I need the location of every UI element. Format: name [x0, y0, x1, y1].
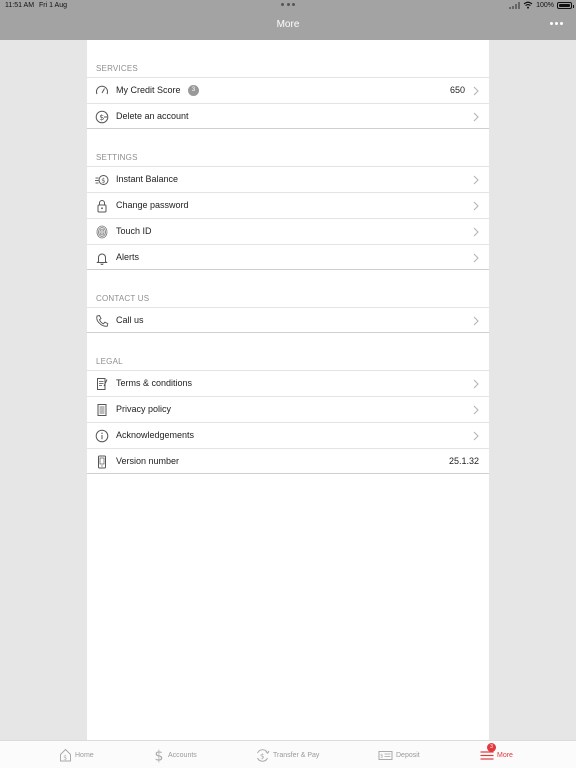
instant-balance-icon: $: [95, 175, 109, 185]
multitasking-dots-icon[interactable]: [281, 3, 295, 7]
svg-text:$: $: [260, 752, 264, 760]
section-header-contact-us: CONTACT US: [96, 294, 150, 303]
dollar-circle-minus-icon: $: [95, 110, 109, 124]
info-icon: [95, 429, 109, 443]
svg-text:$: $: [63, 755, 67, 762]
row-label: Alerts: [116, 252, 140, 262]
gauge-icon: [96, 85, 108, 95]
row-touch-id[interactable]: Touch ID: [87, 218, 489, 244]
tab-label: Home: [75, 751, 94, 759]
tab-deposit[interactable]: $ Deposit: [378, 746, 420, 764]
bell-icon: [96, 253, 108, 265]
credit-score-badge: 3: [188, 85, 199, 96]
row-my-credit-score[interactable]: My Credit Score 3 650: [87, 77, 489, 103]
chevron-right-icon: [473, 112, 479, 122]
tab-label: Transfer & Pay: [273, 751, 320, 759]
page-title: More: [276, 19, 300, 30]
home-dollar-icon: $: [60, 748, 71, 762]
chevron-right-icon: [473, 201, 479, 211]
chevron-right-icon: [473, 227, 479, 237]
status-indicators: 100%: [509, 1, 574, 9]
row-version-number: Version number 25.1.32: [87, 448, 489, 474]
fingerprint-icon: [96, 225, 108, 239]
dollar-icon: $: [155, 748, 164, 763]
row-label: Change password: [116, 200, 189, 210]
row-alerts[interactable]: Alerts: [87, 244, 489, 270]
document-list-icon: [97, 404, 107, 416]
tab-label: More: [497, 751, 513, 759]
row-terms-conditions[interactable]: Terms & conditions: [87, 370, 489, 396]
chevron-right-icon: [473, 405, 479, 415]
row-acknowledgements[interactable]: Acknowledgements: [87, 422, 489, 448]
row-call-us[interactable]: Call us: [87, 307, 489, 333]
chevron-right-icon: [473, 379, 479, 389]
row-label: Delete an account: [116, 111, 189, 121]
chevron-right-icon: [473, 431, 479, 441]
svg-text:$: $: [99, 113, 104, 122]
row-label: Privacy policy: [116, 404, 172, 414]
phone-icon: [96, 314, 109, 327]
transfer-dollar-icon: $: [257, 748, 270, 762]
svg-text:$: $: [155, 748, 164, 763]
row-instant-balance[interactable]: $ Instant Balance: [87, 166, 489, 192]
status-bar: 11:51 AM Fri 1 Aug 100%: [0, 0, 576, 12]
battery-percentage: 100%: [536, 1, 554, 9]
mobile-device-icon: [98, 455, 106, 469]
tab-label: Deposit: [396, 751, 420, 759]
status-time: 11:51 AM: [5, 2, 35, 9]
version-value: 25.1.32: [448, 456, 479, 466]
overflow-menu-icon[interactable]: [550, 22, 563, 25]
row-label: Acknowledgements: [116, 430, 195, 440]
svg-text:$: $: [101, 177, 105, 185]
notification-badge: 3: [487, 743, 496, 752]
section-header-services: SERVICES: [96, 64, 138, 73]
tab-home[interactable]: $ Home: [59, 746, 94, 764]
row-label: Touch ID: [116, 226, 152, 236]
row-label: Instant Balance: [116, 174, 179, 184]
row-change-password[interactable]: Change password: [87, 192, 489, 218]
bottom-tab-bar: $ Home $ Accounts $ Transfer & Pay $ Dep…: [0, 740, 576, 768]
more-settings-list: SERVICES My Credit Score 3 650 $ Delete …: [87, 40, 489, 740]
row-label: Terms & conditions: [116, 378, 193, 388]
row-label: My Credit Score: [116, 85, 181, 95]
section-header-settings: SETTINGS: [96, 153, 138, 162]
row-privacy-policy[interactable]: Privacy policy: [87, 396, 489, 422]
lock-icon: [97, 200, 107, 213]
chevron-right-icon: [473, 316, 479, 326]
status-date: Fri 1 Aug: [39, 2, 68, 9]
row-label: Version number: [116, 456, 180, 466]
tab-more[interactable]: More 3: [480, 743, 513, 764]
wifi-icon: [523, 1, 533, 9]
battery-icon: [557, 1, 574, 9]
svg-text:$: $: [380, 753, 383, 759]
credit-score-value: 650: [449, 85, 465, 95]
document-pen-icon: [97, 378, 108, 390]
chevron-right-icon: [473, 253, 479, 263]
tab-label: Accounts: [168, 751, 197, 759]
signal-icon: [509, 1, 521, 9]
chevron-right-icon: [473, 175, 479, 185]
navigation-bar: More: [0, 12, 576, 40]
tab-transfer-pay[interactable]: $ Transfer & Pay: [255, 746, 319, 764]
chevron-right-icon: [473, 86, 479, 96]
row-delete-account[interactable]: $ Delete an account: [87, 103, 489, 129]
section-header-legal: LEGAL: [96, 357, 123, 366]
cheque-icon: $: [378, 750, 393, 760]
row-label: Call us: [116, 315, 144, 325]
tab-accounts[interactable]: $ Accounts: [154, 746, 197, 764]
